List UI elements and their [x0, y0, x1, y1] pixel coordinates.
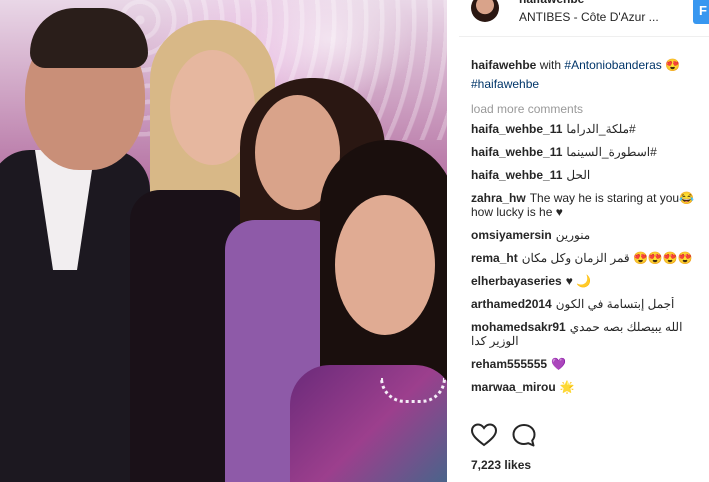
- comment-item: haifa_wehbe_11 الحل: [471, 168, 709, 182]
- comment-item: zahra_hw The way he is staring at you😂 ho…: [471, 191, 709, 219]
- header-username[interactable]: haifawehbe: [519, 0, 584, 6]
- load-more-comments-link[interactable]: load more comments: [471, 102, 583, 116]
- comment-text: منورين: [555, 228, 591, 242]
- comment-username[interactable]: marwaa_mirou: [471, 380, 556, 394]
- avatar[interactable]: [471, 0, 499, 22]
- caption-username[interactable]: haifawehbe: [471, 58, 536, 72]
- comment-item: mohamedsakr91 الله يبيصلك بصه حمدي الوزير…: [471, 320, 709, 348]
- comment-username[interactable]: rema_ht: [471, 251, 518, 265]
- comment-text: قمر الزمان وكل مكان 😍😍😍😍: [521, 251, 693, 265]
- post-caption: haifawehbe with #Antoniobanderas 😍 #haif…: [471, 56, 707, 94]
- comment-text: اسطورة_السينما#: [566, 145, 657, 159]
- comment-text: ♥ 🌙: [565, 274, 592, 288]
- post-photo[interactable]: [0, 0, 447, 482]
- comment-item: arthamed2014 أجمل إبتسامة في الكون: [471, 297, 709, 311]
- comment-item: marwaa_mirou 🌟: [471, 380, 709, 394]
- header-divider: [459, 36, 709, 37]
- comment-username[interactable]: reham555555: [471, 357, 547, 371]
- person-1-hair: [30, 8, 148, 68]
- comment-text: 💜: [551, 357, 567, 371]
- comment-username[interactable]: mohamedsakr91: [471, 320, 566, 334]
- comment-item: reham555555 💜: [471, 357, 709, 371]
- caption-text: with: [539, 58, 562, 72]
- follow-button[interactable]: F: [693, 0, 709, 24]
- caption-hashtag[interactable]: #haifawehbe: [471, 77, 539, 91]
- comment-username[interactable]: zahra_hw: [471, 191, 526, 205]
- location-link[interactable]: ANTIBES - Côte D'Azur ...: [519, 10, 659, 24]
- comment-item: haifa_wehbe_11 ملكة_الدراما#: [471, 122, 709, 136]
- comment-username[interactable]: omsiyamersin: [471, 228, 552, 242]
- comment-username[interactable]: haifa_wehbe_11: [471, 168, 562, 182]
- comment-text: الحل: [566, 168, 591, 182]
- comment-item: rema_ht قمر الزمان وكل مكان 😍😍😍😍: [471, 251, 709, 265]
- heart-outline-icon[interactable]: [470, 423, 498, 447]
- caption-mention[interactable]: #Antoniobanderas: [564, 58, 661, 72]
- comment-text: ملكة_الدراما#: [566, 122, 636, 136]
- comments-list: haifa_wehbe_11 ملكة_الدراما# haifa_wehbe_…: [471, 122, 709, 403]
- likes-count[interactable]: 7,223 likes: [471, 458, 531, 472]
- caption-emoji: 😍: [665, 58, 681, 72]
- person-4-face: [335, 195, 435, 335]
- comment-username[interactable]: haifa_wehbe_11: [471, 145, 562, 159]
- post-header: haifawehbe ANTIBES - Côte D'Azur ... F: [447, 0, 709, 26]
- comment-text: 🌟: [559, 380, 575, 394]
- comment-item: elherbayaseries ♥ 🌙: [471, 274, 709, 288]
- comment-item: haifa_wehbe_11 اسطورة_السينما#: [471, 145, 709, 159]
- comment-username[interactable]: haifa_wehbe_11: [471, 122, 562, 136]
- comment-username[interactable]: arthamed2014: [471, 297, 552, 311]
- comment-text: أجمل إبتسامة في الكون: [555, 297, 675, 311]
- comment-item: omsiyamersin منورين: [471, 228, 709, 242]
- comment-bubble-icon[interactable]: [511, 423, 537, 447]
- comment-username[interactable]: elherbayaseries: [471, 274, 562, 288]
- post-side-panel: haifawehbe ANTIBES - Côte D'Azur ... F h…: [447, 0, 709, 482]
